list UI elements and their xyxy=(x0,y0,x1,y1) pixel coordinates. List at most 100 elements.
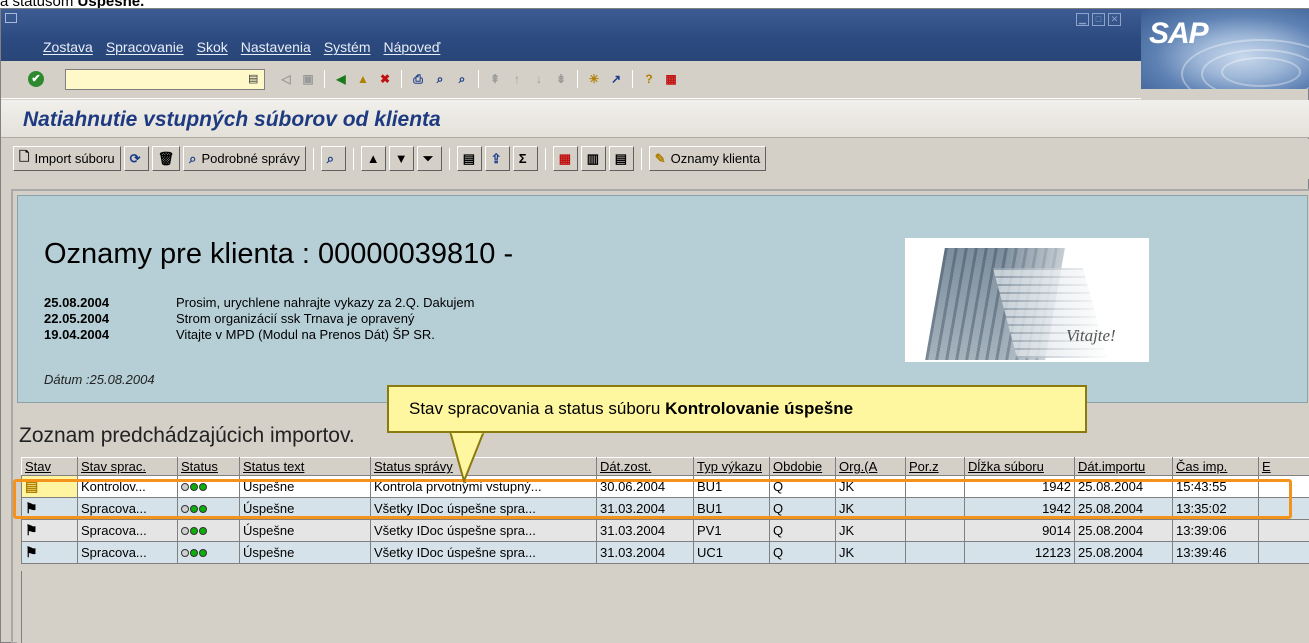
layout-menu-icon[interactable]: ▦ xyxy=(662,70,680,88)
column-header[interactable]: Čas imp. xyxy=(1172,457,1259,476)
report-type-cell[interactable]: PV1 xyxy=(693,519,770,542)
close-icon[interactable]: ✕ xyxy=(1108,13,1121,26)
order-cell[interactable] xyxy=(905,497,965,520)
delete-button[interactable]: 🗑 xyxy=(151,146,181,171)
save-layout-button[interactable]: ▤ xyxy=(608,146,634,171)
extra-cell[interactable] xyxy=(1258,475,1309,498)
file-length-cell[interactable]: 9014 xyxy=(964,519,1075,542)
import-date-cell[interactable]: 25.08.2004 xyxy=(1074,497,1173,520)
menu-zostava[interactable]: Zostava xyxy=(43,39,93,55)
period-cell[interactable]: Q xyxy=(769,541,836,564)
order-cell[interactable] xyxy=(905,541,965,564)
print-icon[interactable]: ⎙ xyxy=(409,70,427,88)
command-field[interactable] xyxy=(65,69,265,90)
import-date-cell[interactable]: 25.08.2004 xyxy=(1074,541,1173,564)
print-list-button[interactable]: ▤ xyxy=(456,146,482,171)
shortcut-icon[interactable]: ↗ xyxy=(607,70,625,88)
import-date-cell[interactable]: 25.08.2004 xyxy=(1074,519,1173,542)
period-cell[interactable]: Q xyxy=(769,497,836,520)
cancel-icon[interactable]: ✖ xyxy=(376,70,394,88)
import-time-cell[interactable]: 15:43:55 xyxy=(1172,475,1259,498)
save-icon[interactable]: ▣ xyxy=(299,70,317,88)
first-page-icon[interactable]: ⇞ xyxy=(486,70,504,88)
exit-icon[interactable]: ▲ xyxy=(354,70,372,88)
org-cell[interactable]: JK xyxy=(835,497,906,520)
stav-sprac-cell[interactable]: Spracova... xyxy=(77,519,178,542)
column-header[interactable]: E xyxy=(1258,457,1309,476)
menu-napoved[interactable]: Nápoveď xyxy=(384,39,441,55)
org-cell[interactable]: JK xyxy=(835,475,906,498)
help-icon[interactable]: ? xyxy=(640,70,658,88)
menu-skok[interactable]: Skok xyxy=(197,39,228,55)
system-menu-icon[interactable] xyxy=(5,13,17,23)
column-header[interactable]: Stav sprac. xyxy=(77,457,178,476)
details-button[interactable]: ⌕ xyxy=(320,146,346,171)
table-row[interactable]: ⚑ Spracova... Úspešne Všetky IDoc úspešn… xyxy=(21,519,1309,542)
find-next-icon[interactable]: ⌕ xyxy=(453,70,471,88)
totals-button[interactable]: Σ xyxy=(512,146,538,171)
status-lights-cell[interactable] xyxy=(177,475,240,498)
sort-descending-button[interactable]: ▼ xyxy=(388,146,414,171)
stav-cell[interactable]: ⚑ xyxy=(21,519,78,542)
refresh-button[interactable]: ⟳ xyxy=(123,146,149,171)
status-message-cell[interactable]: Všetky IDoc úspešne spra... xyxy=(370,497,597,520)
stav-sprac-cell[interactable]: Spracova... xyxy=(77,497,178,520)
org-cell[interactable]: JK xyxy=(835,541,906,564)
export-button[interactable]: ⇪ xyxy=(484,146,510,171)
menu-system[interactable]: Systém xyxy=(324,39,371,55)
status-text-cell[interactable]: Úspešne xyxy=(239,497,371,520)
minimize-icon[interactable]: ▁ xyxy=(1076,13,1089,26)
creation-date-cell[interactable]: 31.03.2004 xyxy=(596,519,694,542)
import-file-button[interactable]: 🗋 Import súboru xyxy=(13,146,121,171)
client-notices-button[interactable]: ✎ Oznamy klienta xyxy=(648,146,767,171)
last-page-icon[interactable]: ⇟ xyxy=(552,70,570,88)
period-cell[interactable]: Q xyxy=(769,519,836,542)
previous-page-icon[interactable]: ↑ xyxy=(508,70,526,88)
extra-cell[interactable] xyxy=(1258,541,1309,564)
creation-date-cell[interactable]: 31.03.2004 xyxy=(596,497,694,520)
creation-date-cell[interactable]: 30.06.2004 xyxy=(596,475,694,498)
back-arrow-icon[interactable]: ◁ xyxy=(277,70,295,88)
extra-cell[interactable] xyxy=(1258,519,1309,542)
table-row[interactable]: ⚑ Spracova... Úspešne Všetky IDoc úspešn… xyxy=(21,541,1309,564)
stav-cell[interactable]: ⚑ xyxy=(21,541,78,564)
find-icon[interactable]: ⌕ xyxy=(431,70,449,88)
column-header[interactable]: Stav xyxy=(21,457,78,476)
status-message-cell[interactable]: Všetky IDoc úspešne spra... xyxy=(370,519,597,542)
column-header[interactable]: Dát.importu xyxy=(1074,457,1173,476)
column-header[interactable]: Typ výkazu xyxy=(693,457,770,476)
creation-date-cell[interactable]: 31.03.2004 xyxy=(596,541,694,564)
maximize-icon[interactable]: □ xyxy=(1092,13,1105,26)
file-length-cell[interactable]: 12123 xyxy=(964,541,1075,564)
order-cell[interactable] xyxy=(905,519,965,542)
import-date-cell[interactable]: 25.08.2004 xyxy=(1074,475,1173,498)
table-row[interactable]: ▤ Kontrolov... Úspešne Kontrola prvotným… xyxy=(21,475,1309,498)
status-text-cell[interactable]: Úspešne xyxy=(239,475,371,498)
file-length-cell[interactable]: 1942 xyxy=(964,497,1075,520)
menu-nastavenia[interactable]: Nastavenia xyxy=(241,39,311,55)
report-type-cell[interactable]: UC1 xyxy=(693,541,770,564)
status-lights-cell[interactable] xyxy=(177,497,240,520)
import-time-cell[interactable]: 13:35:02 xyxy=(1172,497,1259,520)
file-length-cell[interactable]: 1942 xyxy=(964,475,1075,498)
status-text-cell[interactable]: Úspešne xyxy=(239,519,371,542)
status-text-cell[interactable]: Úspešne xyxy=(239,541,371,564)
status-lights-cell[interactable] xyxy=(177,519,240,542)
period-cell[interactable]: Q xyxy=(769,475,836,498)
next-page-icon[interactable]: ↓ xyxy=(530,70,548,88)
extra-cell[interactable] xyxy=(1258,497,1309,520)
org-cell[interactable]: JK xyxy=(835,519,906,542)
column-header[interactable]: Status xyxy=(177,457,240,476)
change-layout-button[interactable]: ▦ xyxy=(552,146,578,171)
column-header[interactable]: Obdobie xyxy=(769,457,836,476)
column-header[interactable]: Org.(A xyxy=(835,457,906,476)
enter-check-icon[interactable]: ✔ xyxy=(28,71,44,87)
sort-ascending-button[interactable]: ▲ xyxy=(360,146,386,171)
column-header[interactable]: Por.z xyxy=(905,457,965,476)
import-time-cell[interactable]: 13:39:06 xyxy=(1172,519,1259,542)
stav-sprac-cell[interactable]: Kontrolov... xyxy=(77,475,178,498)
column-header[interactable]: Status text xyxy=(239,457,371,476)
detailed-messages-button[interactable]: ⌕ Podrobné správy xyxy=(183,146,306,171)
import-time-cell[interactable]: 13:39:46 xyxy=(1172,541,1259,564)
new-session-icon[interactable]: ✳ xyxy=(585,70,603,88)
